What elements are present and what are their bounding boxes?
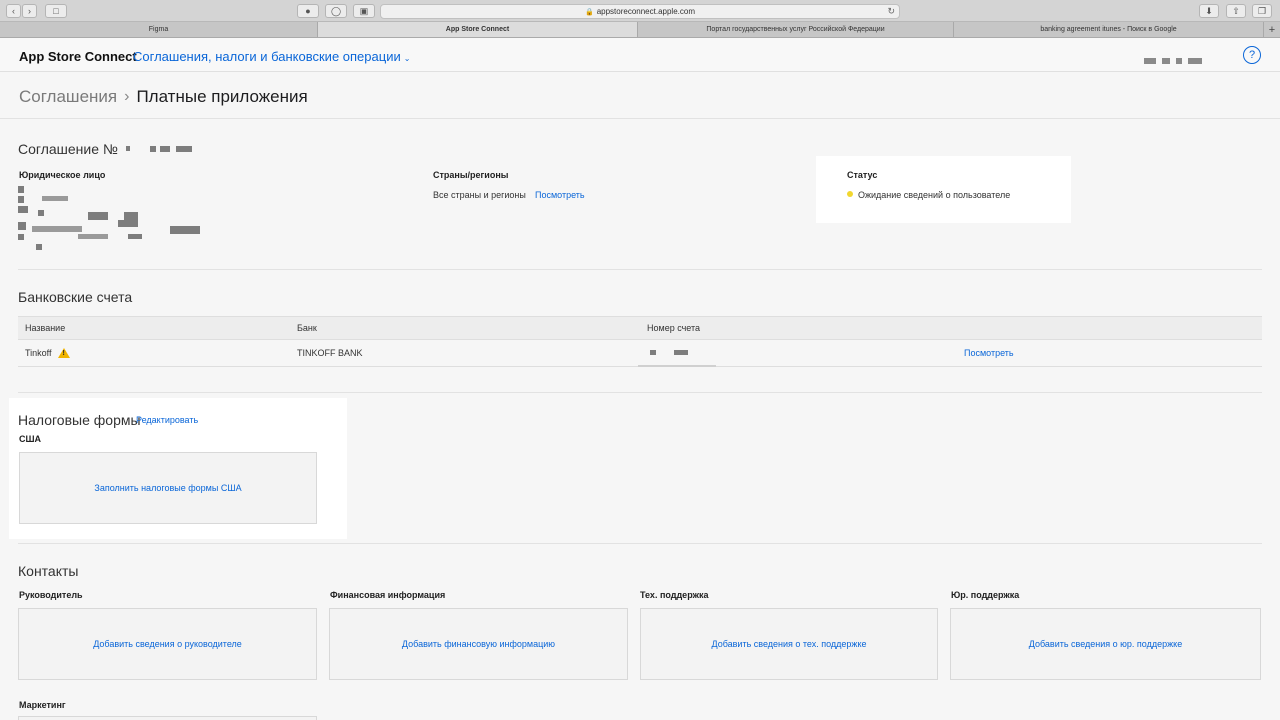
tabs-overview-icon[interactable]: ❐ xyxy=(1252,4,1272,18)
tab-gosuslugi[interactable]: Портал государственных услуг Российской … xyxy=(638,22,954,37)
address-bar[interactable]: 🔒 appstoreconnect.apple.com ↻ xyxy=(380,4,900,19)
section-menu[interactable]: Соглашения, налоги и банковские операции… xyxy=(133,49,410,64)
back-icon[interactable]: ‹ xyxy=(6,4,21,18)
add-marketing-button[interactable] xyxy=(18,716,317,720)
extension-icon[interactable]: ▣ xyxy=(353,4,375,18)
breadcrumb-agreements[interactable]: Соглашения xyxy=(19,87,117,107)
add-legal-support-button[interactable]: Добавить сведения о юр. поддержке xyxy=(950,608,1261,680)
add-tech-support-button[interactable]: Добавить сведения о тех. поддержке xyxy=(640,608,938,680)
tax-forms-edit-link[interactable]: Редактировать xyxy=(136,415,198,425)
agreement-title: Соглашение № xyxy=(18,141,118,157)
reload-icon[interactable]: ↻ xyxy=(887,6,895,17)
tab-bar: Figma App Store Connect Портал государст… xyxy=(0,22,1280,38)
status-value: Ожидание сведений о пользователе xyxy=(858,190,1011,200)
divider xyxy=(18,543,1262,544)
contact-label-marketing: Маркетинг xyxy=(19,700,66,710)
divider xyxy=(0,118,1280,119)
privacy-icon[interactable]: ● xyxy=(297,4,319,18)
fill-us-tax-forms-button[interactable]: Заполнить налоговые формы США xyxy=(19,452,317,524)
tax-forms-title: Налоговые формы xyxy=(18,412,141,428)
table-row: Tinkoff ! TINKOFF BANK Посмотреть xyxy=(18,340,1262,367)
contact-label-director: Руководитель xyxy=(19,590,83,600)
divider xyxy=(18,269,1262,270)
app-header: App Store Connect Соглашения, налоги и б… xyxy=(0,38,1280,72)
tab-figma[interactable]: Figma xyxy=(0,22,318,37)
bank-accounts-table: Название Банк Номер счета Tinkoff ! TINK… xyxy=(18,316,1262,367)
contacts-title: Контакты xyxy=(18,563,79,579)
legal-entity-redacted xyxy=(18,186,203,252)
column-header-name: Название xyxy=(25,323,66,333)
status-dot-icon xyxy=(847,191,853,197)
contact-label-tech-support: Тех. поддержка xyxy=(640,590,709,600)
countries-view-link[interactable]: Посмотреть xyxy=(535,190,585,200)
share-icon[interactable]: ⇧ xyxy=(1226,4,1246,18)
help-icon[interactable]: ? xyxy=(1243,46,1261,64)
countries-value: Все страны и регионы xyxy=(433,190,526,200)
breadcrumb: Соглашения › Платные приложения xyxy=(19,87,308,107)
legal-entity-label: Юридическое лицо xyxy=(19,170,106,180)
status-label: Статус xyxy=(847,170,878,180)
forward-icon[interactable]: › xyxy=(22,4,37,18)
lock-icon: 🔒 xyxy=(584,8,594,16)
bank-row-view-link[interactable]: Посмотреть xyxy=(964,340,1014,366)
address-url: appstoreconnect.apple.com xyxy=(596,7,695,16)
contact-label-finance: Финансовая информация xyxy=(330,590,446,600)
countries-label: Страны/регионы xyxy=(433,170,509,180)
table-header: Название Банк Номер счета xyxy=(18,316,1262,340)
bank-row-bank: TINKOFF BANK xyxy=(297,348,363,358)
new-tab-icon[interactable]: + xyxy=(1264,22,1280,37)
tax-forms-card: Налоговые формы Редактировать США Заполн… xyxy=(9,398,347,539)
warning-icon[interactable]: ! xyxy=(57,348,70,358)
divider xyxy=(18,392,1262,393)
tab-google-search[interactable]: banking agreement itunes - Поиск в Googl… xyxy=(954,22,1264,37)
account-name-redacted[interactable] xyxy=(1144,58,1202,64)
column-header-bank: Банк xyxy=(297,323,317,333)
page-title: Платные приложения xyxy=(136,87,308,106)
section-menu-label: Соглашения, налоги и банковские операции xyxy=(133,49,401,64)
bank-accounts-title: Банковские счета xyxy=(18,289,133,305)
bank-row-name: Tinkoff ! xyxy=(25,340,70,366)
sidebar-icon[interactable]: □ xyxy=(45,4,67,18)
status-card: Статус Ожидание сведений о пользователе xyxy=(816,156,1071,223)
column-header-account-number: Номер счета xyxy=(647,323,701,333)
tax-region-label: США xyxy=(19,434,42,444)
downloads-icon[interactable]: ⬇ xyxy=(1199,4,1219,18)
contact-label-legal-support: Юр. поддержка xyxy=(951,590,1020,600)
brand-title[interactable]: App Store Connect xyxy=(19,49,137,64)
chevron-down-icon: ⌄ xyxy=(403,54,411,63)
tab-app-store-connect[interactable]: App Store Connect xyxy=(318,22,638,37)
shield-icon[interactable]: ◯ xyxy=(325,4,347,18)
chevron-right-icon: › xyxy=(124,88,130,105)
add-director-button[interactable]: Добавить сведения о руководителе xyxy=(18,608,317,680)
account-number-redacted xyxy=(638,350,718,370)
add-finance-button[interactable]: Добавить финансовую информацию xyxy=(329,608,628,680)
browser-toolbar: ‹ › □ ● ◯ ▣ 🔒 appstoreconnect.apple.com … xyxy=(0,0,1280,22)
agreement-number-redacted xyxy=(126,146,196,153)
